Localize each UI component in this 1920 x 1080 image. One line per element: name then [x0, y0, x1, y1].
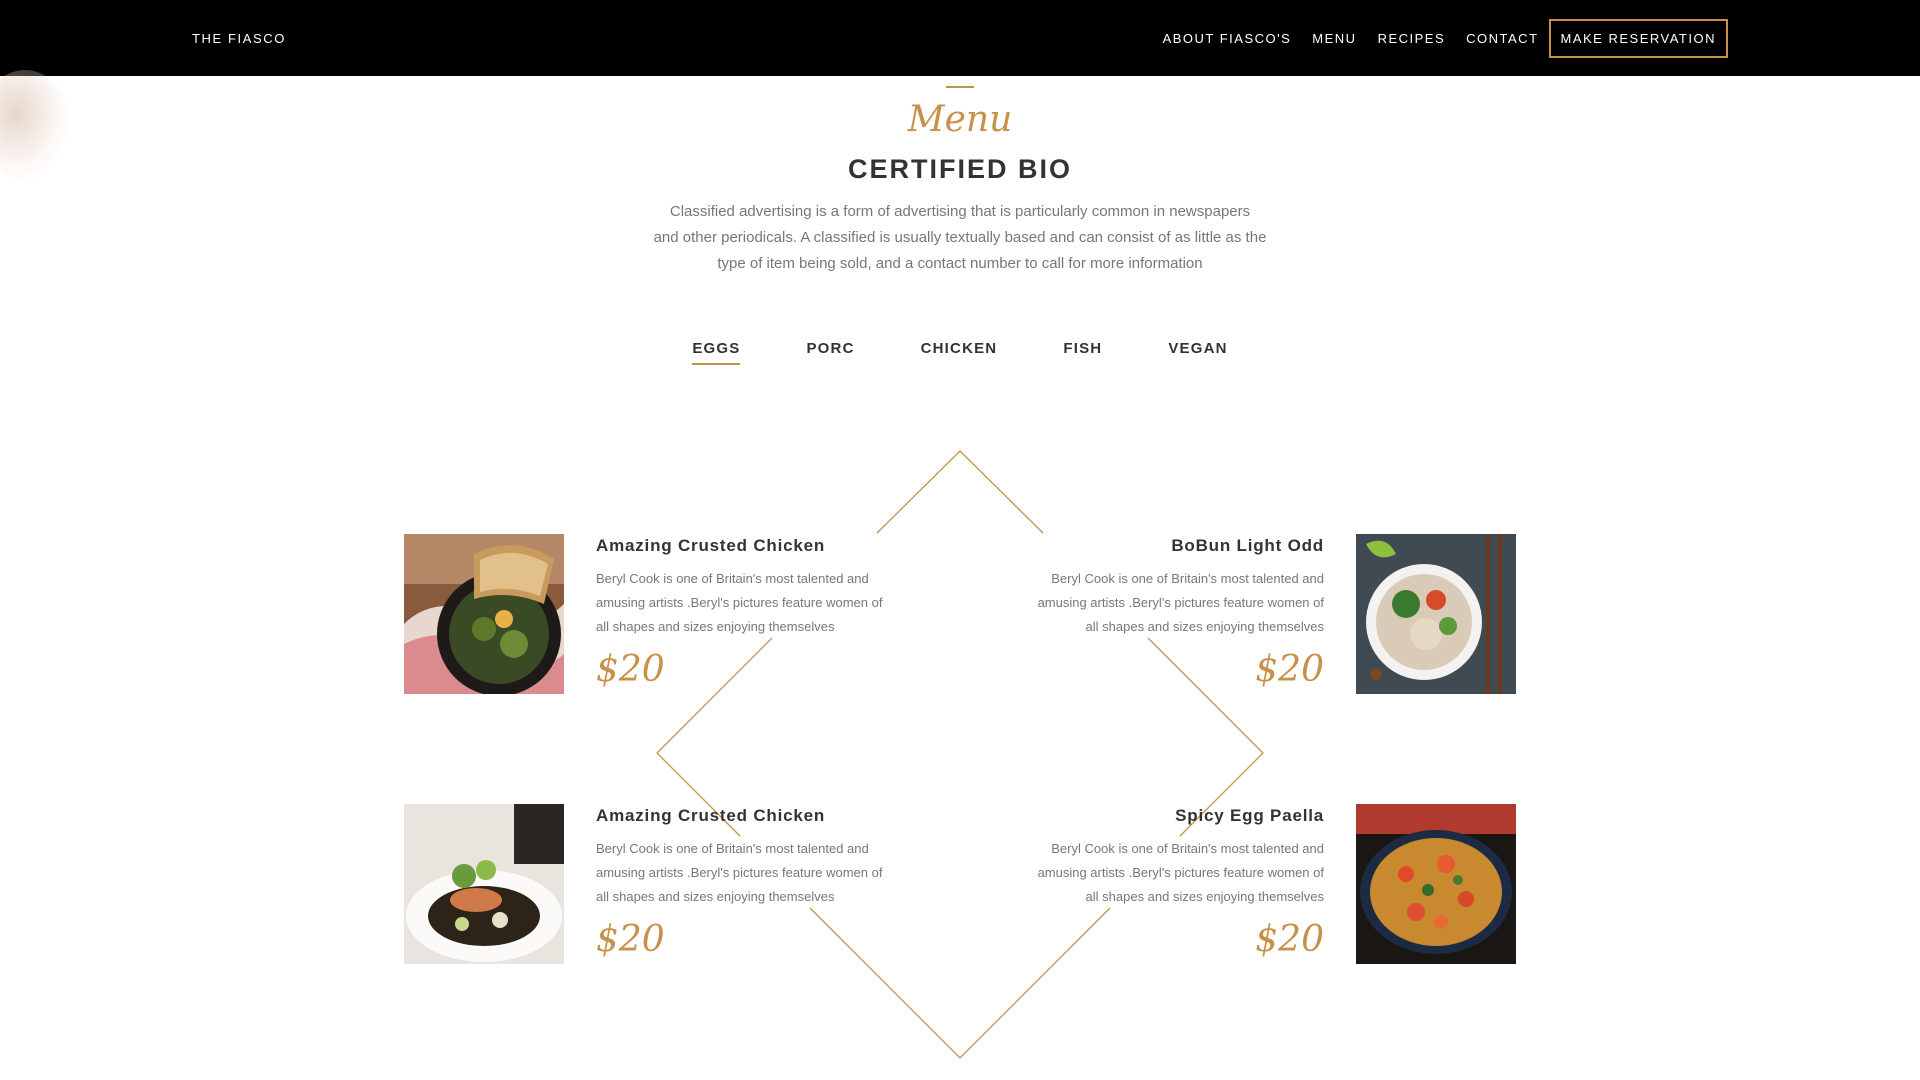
description-line: Beryl Cook is one of Britain's most tale… [1051, 571, 1324, 586]
dish-name: BoBun Light Odd [1171, 536, 1324, 555]
dish-photo-eggs-pan [404, 534, 564, 694]
top-navbar: THE FIASCO ABOUT FIASCO'S MENU RECIPES C… [0, 0, 1920, 76]
description-line: amusing artists .Beryl's pictures featur… [1037, 595, 1324, 610]
tab-eggs[interactable]: EGGS [692, 340, 741, 365]
description-line: Beryl Cook is one of Britain's most tale… [596, 841, 869, 856]
intro-line: type of item being sold, and a contact n… [717, 255, 1203, 272]
dish-price: $20 [1255, 919, 1324, 960]
description-line: all shapes and sizes enjoying themselves [596, 889, 835, 904]
dish-description: Beryl Cook is one of Britain's most tale… [1024, 567, 1324, 639]
dish-description: Beryl Cook is one of Britain's most tale… [596, 567, 896, 639]
dish-description: Beryl Cook is one of Britain's most tale… [1024, 837, 1324, 909]
page-title: CERTIFIED BIO [847, 154, 1072, 184]
menu-item[interactable]: BoBun Light Odd Beryl Cook is one of Bri… [956, 534, 1516, 694]
description-line: all shapes and sizes enjoying themselves [596, 619, 835, 634]
dish-name: Spicy Egg Paella [1175, 806, 1324, 825]
tab-vegan[interactable]: VEGAN [1168, 340, 1227, 365]
description-line: Beryl Cook is one of Britain's most tale… [1051, 841, 1324, 856]
menu-item[interactable]: Spicy Egg Paella Beryl Cook is one of Br… [956, 804, 1516, 964]
dish-name: Amazing Crusted Chicken [596, 536, 826, 555]
nav-link-about[interactable]: ABOUT FIASCO'S [1163, 31, 1292, 46]
dish-name: Amazing Crusted Chicken [596, 806, 826, 825]
dish-description: Beryl Cook is one of Britain's most tale… [596, 837, 896, 909]
dish-photo-bobun-bowl [1356, 534, 1516, 694]
description-line: amusing artists .Beryl's pictures featur… [596, 595, 883, 610]
description-line: all shapes and sizes enjoying themselves [1085, 619, 1324, 634]
accent-divider [946, 86, 974, 88]
make-reservation-button[interactable]: MAKE RESERVATION [1548, 18, 1728, 58]
menu-item[interactable]: Amazing Crusted Chicken Beryl Cook is on… [404, 534, 964, 694]
brand-logo-text[interactable]: THE FIASCO [192, 31, 286, 46]
nav-link-menu[interactable]: MENU [1312, 31, 1356, 46]
intro-paragraph: Classified advertising is a form of adve… [650, 199, 1270, 277]
description-line: amusing artists .Beryl's pictures featur… [1037, 865, 1324, 880]
tab-chicken[interactable]: CHICKEN [921, 340, 998, 365]
nav-link-contact[interactable]: CONTACT [1466, 31, 1538, 46]
description-line: amusing artists .Beryl's pictures featur… [596, 865, 883, 880]
dish-price: $20 [1255, 649, 1324, 690]
intro-line: Classified advertising is a form of adve… [669, 203, 1251, 220]
section-script-title: Menu [907, 99, 1013, 140]
description-line: Beryl Cook is one of Britain's most tale… [596, 571, 869, 586]
category-tabs: EGGS PORC CHICKEN FISH VEGAN [0, 340, 1920, 365]
nav-link-recipes[interactable]: RECIPES [1378, 31, 1446, 46]
tab-porc[interactable]: PORC [806, 340, 854, 365]
intro-line: and other periodicals. A classified is u… [653, 229, 1267, 246]
dish-photo-salmon-plate [404, 804, 564, 964]
dish-price: $20 [596, 919, 665, 960]
nav-links: ABOUT FIASCO'S MENU RECIPES CONTACT MAKE… [1142, 18, 1728, 58]
tab-fish[interactable]: FISH [1063, 340, 1102, 365]
description-line: all shapes and sizes enjoying themselves [1085, 889, 1324, 904]
menu-item[interactable]: Amazing Crusted Chicken Beryl Cook is on… [404, 804, 964, 964]
dish-price: $20 [596, 649, 665, 690]
dish-photo-paella-pan [1356, 804, 1516, 964]
